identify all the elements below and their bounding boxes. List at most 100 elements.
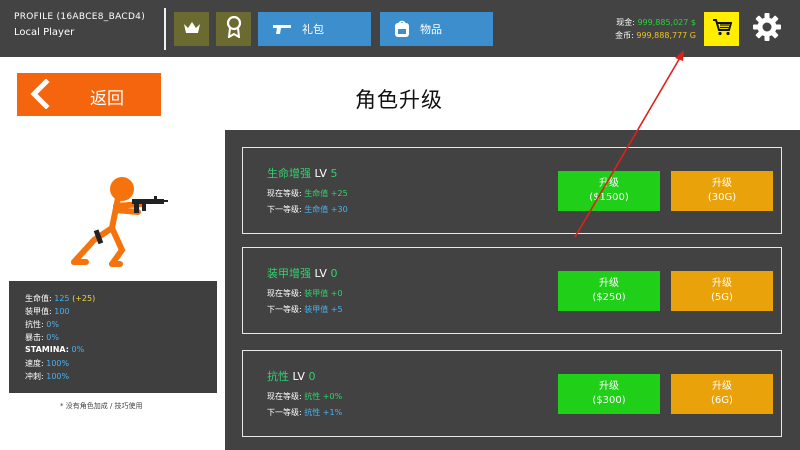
stat-value: 100% — [46, 372, 70, 381]
current-value: +0% — [322, 392, 343, 401]
profile-info[interactable]: PROFILE (16ABCE8_BACD4) Local Player — [14, 12, 145, 38]
level-value: 5 — [330, 167, 338, 180]
button-price: (5G) — [711, 292, 733, 303]
stat-crit: 暴击: 0% — [25, 332, 59, 343]
current-level-line: 现在等级: 抗性 +0% — [267, 391, 342, 402]
level-value: 0 — [308, 370, 316, 383]
cash-value: 999,885,027 $ — [637, 18, 696, 27]
stat-speed: 速度: 100% — [25, 358, 69, 369]
gun-icon — [272, 23, 292, 35]
stats-panel: 生命值: 125 (+25) 装甲值: 100 抗性: 0% 暴击: 0% ST… — [9, 281, 217, 393]
upgrade-name: 装甲增强 LV 0 — [267, 265, 337, 281]
button-price: (30G) — [707, 192, 737, 203]
settings-button[interactable] — [750, 12, 784, 46]
next-level-line: 下一等级: 抗性 +1% — [267, 407, 342, 418]
items-button[interactable]: 物品 — [380, 12, 493, 46]
cart-icon — [712, 18, 732, 40]
stat-label: 装甲值: — [25, 307, 52, 316]
upgrade-cash-button[interactable]: 升级 ($250) — [558, 271, 660, 311]
button-label: 升级 — [599, 178, 619, 189]
next-stat: 抗性 — [304, 408, 321, 417]
character-preview — [60, 170, 170, 274]
gift-pack-label: 礼包 — [302, 23, 324, 36]
current-value: +25 — [330, 189, 348, 198]
upgrade-name: 生命增强 LV 5 — [267, 165, 337, 181]
upgrade-cash-button[interactable]: 升级 ($1500) — [558, 171, 660, 211]
back-button[interactable]: 返回 — [17, 73, 161, 116]
stat-value: 100 — [54, 307, 70, 316]
next-label: 下一等级: — [267, 408, 302, 417]
current-label: 现在等级: — [267, 392, 302, 401]
button-label: 升级 — [712, 381, 732, 392]
chevron-left-icon — [29, 78, 51, 113]
stat-stamina: STAMINA: 0% — [25, 345, 84, 354]
current-stat: 生命值 — [304, 189, 329, 198]
crown-icon — [183, 20, 201, 39]
current-stat: 抗性 — [304, 392, 321, 401]
gold-value: 999,888,777 G — [636, 31, 696, 40]
stat-label: 冲刺: — [25, 372, 44, 381]
backpack-icon — [394, 20, 410, 38]
shop-cart-button[interactable] — [704, 12, 739, 46]
award-button[interactable] — [216, 12, 251, 46]
top-bar: PROFILE (16ABCE8_BACD4) Local Player 礼包 — [0, 0, 800, 57]
cash-display: 现金: 999,885,027 $ — [616, 17, 696, 28]
page-title: 角色升级 — [355, 88, 443, 112]
level-label: LV — [314, 267, 327, 280]
next-stat: 装甲值 — [304, 305, 329, 314]
stat-label: 抗性: — [25, 320, 44, 329]
current-stat: 装甲值 — [304, 289, 329, 298]
upgrade-list[interactable]: 生命增强 LV 5 现在等级: 生命值 +25 下一等级: 生命值 +30 升级… — [225, 130, 800, 450]
upgrade-title: 抗性 — [267, 370, 289, 383]
button-label: 升级 — [599, 278, 619, 289]
cash-label: 现金: — [616, 18, 635, 27]
stat-label: 暴击: — [25, 333, 44, 342]
upgrade-gold-button[interactable]: 升级 (5G) — [671, 271, 773, 311]
next-value: +30 — [330, 205, 348, 214]
stat-value: 125 — [54, 294, 70, 303]
upgrade-card-armor: 装甲增强 LV 0 现在等级: 装甲值 +0 下一等级: 装甲值 +5 升级 (… — [242, 247, 782, 334]
next-value: +1% — [322, 408, 343, 417]
upgrade-cash-button[interactable]: 升级 ($300) — [558, 374, 660, 414]
award-icon — [226, 15, 242, 42]
stat-label: 速度: — [25, 359, 44, 368]
upgrade-gold-button[interactable]: 升级 (30G) — [671, 171, 773, 211]
stat-hp: 生命值: 125 (+25) — [25, 293, 95, 304]
stat-resist: 抗性: 0% — [25, 319, 59, 330]
button-label: 升级 — [712, 278, 732, 289]
gear-icon — [752, 12, 782, 46]
items-label: 物品 — [420, 23, 442, 36]
next-label: 下一等级: — [267, 205, 302, 214]
upgrade-card-resistance: 抗性 LV 0 现在等级: 抗性 +0% 下一等级: 抗性 +1% 升级 ($3… — [242, 350, 782, 437]
stat-armor: 装甲值: 100 — [25, 306, 70, 317]
profile-id: PROFILE (16ABCE8_BACD4) — [14, 12, 146, 22]
current-level-line: 现在等级: 生命值 +25 — [267, 188, 348, 199]
stat-dash: 冲刺: 100% — [25, 371, 69, 382]
gold-display: 金币: 999,888,777 G — [615, 30, 696, 41]
upgrade-gold-button[interactable]: 升级 (6G) — [671, 374, 773, 414]
level-label: LV — [292, 370, 305, 383]
next-level-line: 下一等级: 装甲值 +5 — [267, 304, 343, 315]
upgrade-title: 装甲增强 — [267, 267, 311, 280]
button-price: ($1500) — [589, 192, 629, 203]
level-label: LV — [314, 167, 327, 180]
crown-button[interactable] — [174, 12, 209, 46]
upgrade-title: 生命增强 — [267, 167, 311, 180]
stat-value: 100% — [46, 359, 70, 368]
button-price: ($300) — [592, 395, 626, 406]
stat-bonus: (+25) — [72, 294, 96, 303]
current-value: +0 — [330, 289, 343, 298]
stat-value: 0% — [46, 333, 59, 342]
next-value: +5 — [330, 305, 343, 314]
divider — [164, 8, 166, 50]
back-label: 返回 — [90, 89, 124, 109]
next-label: 下一等级: — [267, 305, 302, 314]
stat-label: 生命值: — [25, 294, 52, 303]
stat-value: 0% — [46, 320, 59, 329]
current-label: 现在等级: — [267, 189, 302, 198]
gift-pack-button[interactable]: 礼包 — [258, 12, 371, 46]
upgrade-name: 抗性 LV 0 — [267, 368, 315, 384]
upgrade-card-health: 生命增强 LV 5 现在等级: 生命值 +25 下一等级: 生命值 +30 升级… — [242, 147, 782, 234]
next-stat: 生命值 — [304, 205, 329, 214]
button-label: 升级 — [712, 178, 732, 189]
